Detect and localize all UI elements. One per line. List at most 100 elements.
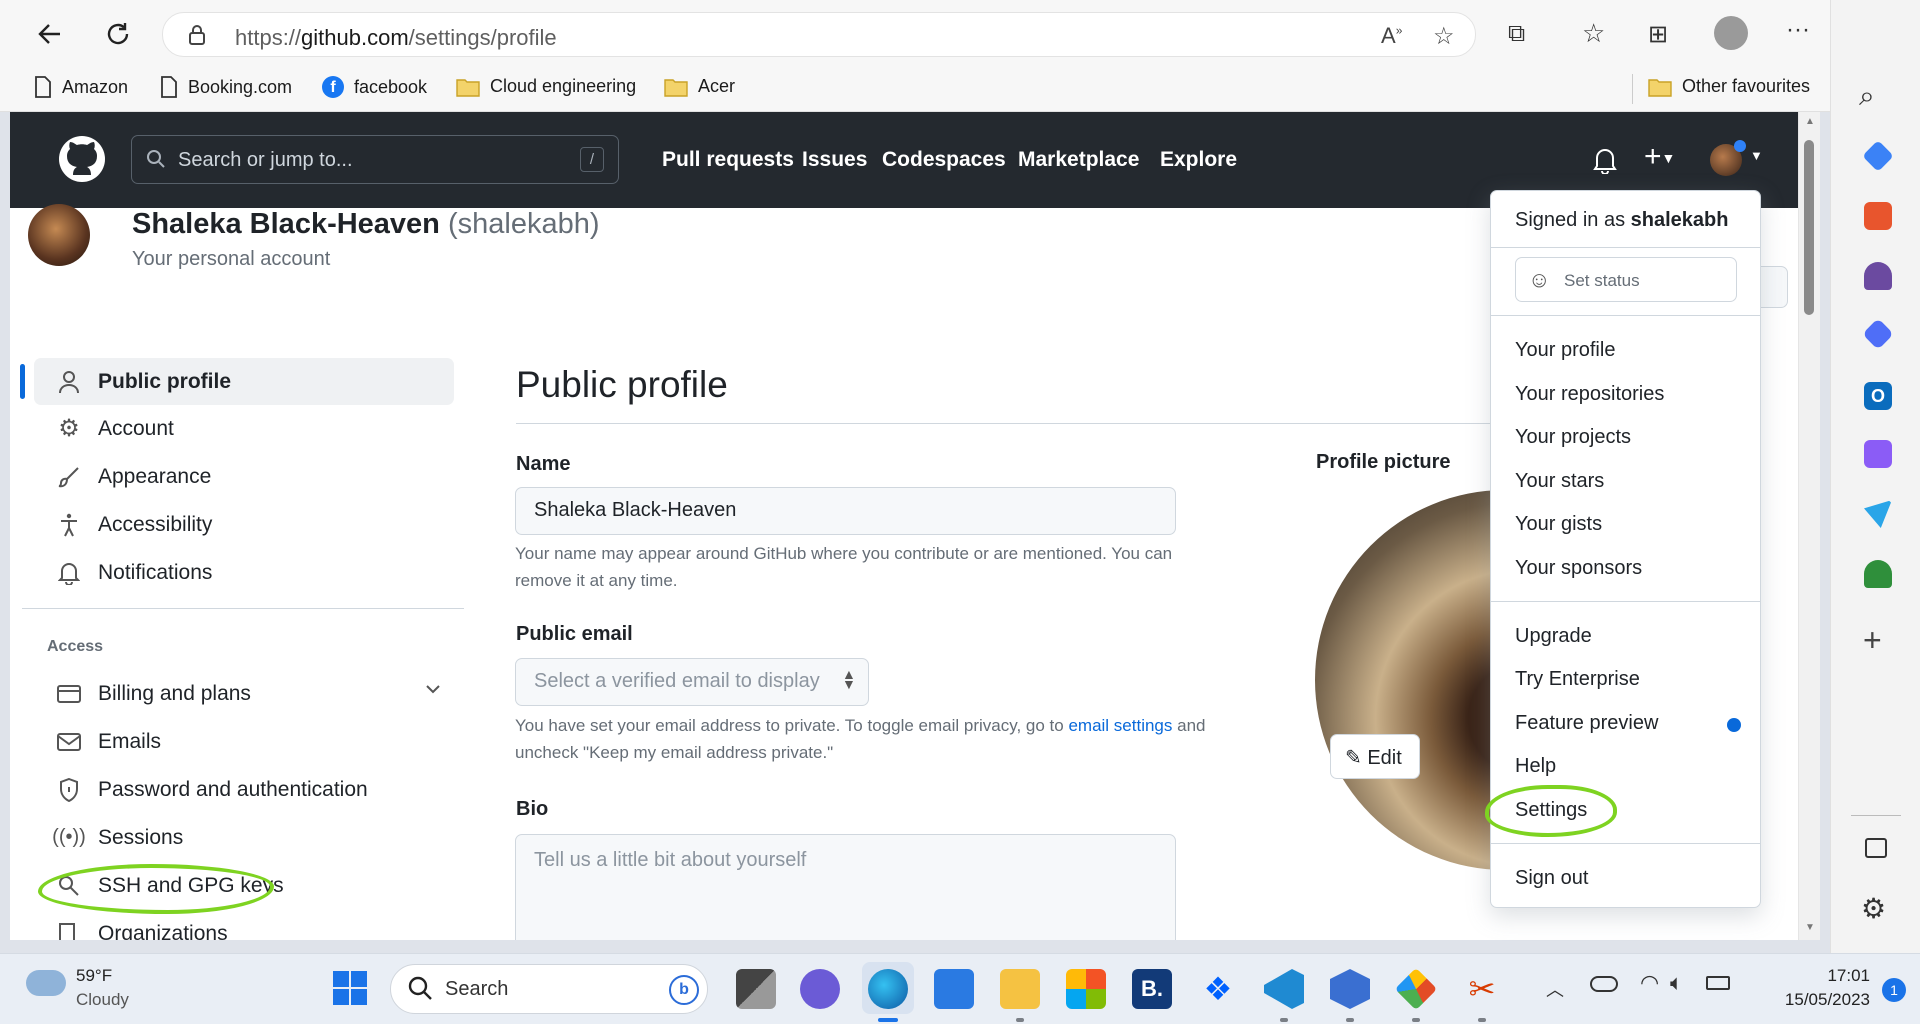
menu-your-stars[interactable]: Your stars (1515, 470, 1604, 493)
bio-textarea[interactable]: Tell us a little bit about yourself (515, 834, 1176, 940)
bookmark-cloud-engineering[interactable]: Cloud engineering (456, 76, 636, 97)
store-icon[interactable] (1066, 969, 1106, 1009)
bookmark-booking[interactable]: Booking.com (160, 76, 292, 98)
scroll-up-icon[interactable]: ▲ (1805, 116, 1815, 127)
task-view-icon[interactable] (736, 969, 776, 1009)
taskbar-search[interactable]: Search b (390, 964, 708, 1014)
sidebar-item-password[interactable]: Password and authentication (34, 766, 454, 813)
lock-icon[interactable] (187, 23, 207, 47)
games-icon[interactable] (1864, 262, 1892, 290)
github-logo-icon[interactable] (58, 135, 106, 183)
mail-icon[interactable] (934, 969, 974, 1009)
more-options-icon[interactable]: ··· (1786, 16, 1810, 44)
address-bar[interactable]: https://github.com/settings/profile A» ☆ (162, 12, 1476, 57)
file-explorer-icon[interactable] (1000, 969, 1040, 1009)
volume-icon[interactable]: 🔈︎ (1670, 970, 1683, 996)
favourites-icon[interactable]: ☆ (1582, 18, 1605, 49)
sidebar-item-sessions[interactable]: ((•)) Sessions (34, 814, 454, 861)
email-settings-link[interactable]: email settings (1068, 716, 1172, 735)
nav-marketplace[interactable]: Marketplace (1018, 148, 1139, 172)
read-aloud-icon[interactable]: A» (1381, 23, 1402, 49)
menu-your-profile[interactable]: Your profile (1515, 339, 1615, 362)
menu-sign-out[interactable]: Sign out (1515, 867, 1588, 890)
clock-date[interactable]: 15/05/2023 (1770, 990, 1870, 1010)
bell-icon[interactable] (1592, 146, 1618, 174)
send-icon[interactable] (1864, 500, 1892, 528)
collections-icon[interactable]: ⊞ (1648, 20, 1668, 49)
chevron-down-icon[interactable]: ▼ (1750, 148, 1763, 163)
dropbox-icon[interactable]: ❖ (1198, 969, 1238, 1009)
extensions-icon[interactable]: ⧉ (1508, 20, 1525, 48)
search-icon (146, 149, 166, 169)
create-new-icon[interactable]: +▼ (1644, 140, 1675, 174)
sidebar-item-public-profile[interactable]: Public profile (20, 358, 454, 405)
sidebar-item-account[interactable]: ⚙ Account (34, 405, 454, 452)
edit-picture-button[interactable]: ✎ Edit (1330, 734, 1420, 779)
nav-pull-requests[interactable]: Pull requests (662, 148, 794, 172)
bookmark-acer[interactable]: Acer (664, 76, 735, 97)
booking-app-icon[interactable]: B. (1132, 969, 1172, 1009)
snipping-tool-icon[interactable]: ✂ (1462, 969, 1502, 1009)
bookmark-other-favourites[interactable]: Other favourites (1648, 76, 1810, 97)
chevron-up-icon[interactable]: ︿ (1546, 976, 1564, 1002)
page-scrollbar[interactable]: ▲ ▼ (1798, 112, 1820, 940)
nav-codespaces[interactable]: Codespaces (882, 148, 1006, 172)
name-input[interactable]: Shaleka Black-Heaven (515, 487, 1176, 535)
weather-desc[interactable]: Cloudy (76, 990, 129, 1010)
windows-start-icon[interactable] (332, 970, 370, 1008)
menu-your-repositories[interactable]: Your repositories (1515, 383, 1664, 406)
nav-explore[interactable]: Explore (1160, 148, 1237, 172)
cloud-icon[interactable] (26, 970, 66, 996)
sidebar-item-emails[interactable]: Emails (34, 718, 454, 765)
search-icon[interactable]: ⌕ (1859, 80, 1875, 113)
public-email-select[interactable]: Select a verified email to display ▲ ▼ (515, 658, 869, 706)
settings-icon[interactable]: ⚙ (1861, 892, 1886, 925)
sidebar-item-accessibility[interactable]: Accessibility (34, 501, 454, 548)
set-status-button[interactable]: ☺ Set status (1515, 257, 1737, 302)
bookmark-facebook[interactable]: f facebook (322, 76, 427, 98)
microsoft365-icon[interactable] (1862, 318, 1894, 350)
sidebar-item-billing[interactable]: Billing and plans (34, 670, 454, 717)
teams-chat-icon[interactable] (800, 969, 840, 1009)
sidebar-item-appearance[interactable]: Appearance (34, 453, 454, 500)
sidebar-item-notifications[interactable]: Notifications (34, 549, 454, 596)
menu-try-enterprise[interactable]: Try Enterprise (1515, 668, 1640, 691)
github-search-input[interactable]: Search or jump to... / (131, 135, 619, 184)
vscode-icon[interactable] (1264, 969, 1304, 1009)
sidebar-toggle-icon[interactable] (1865, 838, 1887, 858)
scroll-down-icon[interactable]: ▼ (1805, 922, 1815, 933)
refresh-icon[interactable] (104, 20, 132, 48)
edge-icon[interactable] (868, 969, 908, 1009)
designer-icon[interactable] (1864, 440, 1892, 468)
clock-time[interactable]: 17:01 (1770, 966, 1870, 986)
bing-icon: b (669, 975, 699, 1005)
notification-badge[interactable]: 1 (1882, 978, 1906, 1002)
nav-issues[interactable]: Issues (802, 148, 867, 172)
wifi-icon[interactable]: ◠ (1640, 970, 1659, 996)
set-status-label: Set status (1564, 271, 1640, 290)
tree-icon[interactable] (1864, 560, 1892, 588)
back-icon[interactable] (36, 20, 64, 48)
onedrive-icon[interactable] (1590, 976, 1618, 992)
profile-avatar-icon[interactable] (1714, 16, 1748, 50)
shopping-icon[interactable] (1862, 140, 1894, 172)
menu-your-gists[interactable]: Your gists (1515, 513, 1602, 536)
outlook-icon[interactable]: O (1864, 382, 1892, 410)
sidebar-item-organizations[interactable]: Organizations (34, 910, 454, 940)
menu-your-sponsors[interactable]: Your sponsors (1515, 557, 1642, 580)
menu-help[interactable]: Help (1515, 755, 1556, 778)
menu-upgrade[interactable]: Upgrade (1515, 625, 1592, 648)
add-icon[interactable]: + (1863, 622, 1882, 659)
git-app-icon[interactable] (1394, 967, 1438, 1011)
virtualbox-icon[interactable] (1330, 969, 1370, 1009)
menu-your-projects[interactable]: Your projects (1515, 426, 1631, 449)
menu-feature-preview[interactable]: Feature preview (1515, 712, 1658, 735)
bookmark-amazon[interactable]: Amazon (34, 76, 128, 98)
chevron-down-icon[interactable] (424, 680, 442, 698)
tools-icon[interactable] (1864, 202, 1892, 230)
scrollbar-thumb[interactable] (1804, 140, 1814, 315)
sidebar-item-label: Account (98, 416, 174, 440)
add-favourite-icon[interactable]: ☆ (1433, 22, 1455, 51)
battery-icon[interactable] (1706, 976, 1730, 990)
weather-temp[interactable]: 59°F (76, 966, 112, 986)
